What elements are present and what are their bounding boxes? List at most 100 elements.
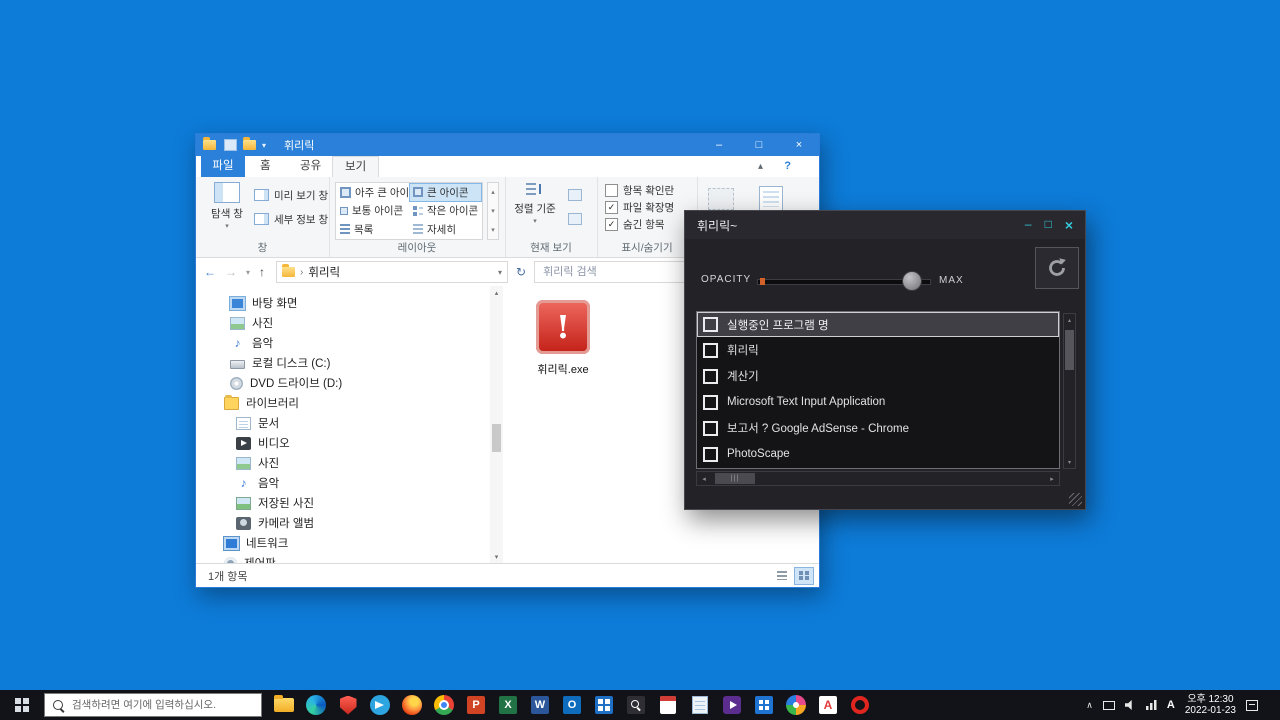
scroll-up-icon[interactable]: ▴ [490, 286, 503, 299]
gallery-scroll-up-icon[interactable]: ▴ [488, 183, 498, 202]
resize-grip[interactable] [1069, 493, 1082, 506]
process-checkbox[interactable] [703, 368, 718, 384]
gallery-scroll-down-icon[interactable]: ▾ [488, 202, 498, 221]
nav-item-videos[interactable]: 비디오 [196, 433, 490, 453]
start-button[interactable] [0, 690, 44, 720]
taskbar-file-explorer[interactable] [268, 690, 300, 720]
tab-file[interactable]: 파일 [201, 156, 245, 177]
nav-item-documents[interactable]: 문서 [196, 413, 490, 433]
quick-access-new-folder-icon[interactable] [243, 137, 256, 150]
nav-item-music-lib[interactable]: ♪ 음악 [196, 473, 490, 493]
taskbar-magnifier-app[interactable] [620, 690, 652, 720]
close-button[interactable]: × [1065, 218, 1073, 232]
taskbar-opera[interactable] [844, 690, 876, 720]
layout-option-large-icons[interactable]: 큰 아이콘 [409, 183, 482, 202]
forward-button[interactable]: → [225, 265, 237, 279]
taskbar-calculator-app[interactable] [748, 690, 780, 720]
app-titlebar[interactable]: 휘리릭~ – □ × [685, 211, 1085, 239]
process-checkbox[interactable] [703, 446, 718, 462]
nav-item-desktop[interactable]: 바탕 화면 [196, 293, 490, 313]
nav-item-pictures-lib[interactable]: 사진 [196, 453, 490, 473]
taskbar-blue-grid-app[interactable] [588, 690, 620, 720]
taskbar-chrome[interactable] [428, 690, 460, 720]
scrollbar-thumb[interactable] [1065, 330, 1074, 370]
layout-option-list[interactable]: 목록 [336, 220, 409, 239]
help-icon[interactable]: ? [784, 156, 791, 177]
process-row[interactable]: PhotoScape [697, 441, 1059, 467]
process-list-header[interactable]: 실행중인 프로그램 명 [697, 312, 1059, 337]
opacity-slider[interactable] [757, 271, 931, 291]
refresh-list-button[interactable] [1035, 247, 1079, 289]
nav-item-dvd-drive[interactable]: DVD 드라이브 (D:) [196, 373, 490, 393]
taskbar-powerpoint[interactable]: P [460, 690, 492, 720]
ime-indicator[interactable]: A [1167, 699, 1175, 711]
maximize-button[interactable]: □ [739, 134, 779, 156]
taskbar-search-input[interactable] [70, 698, 253, 712]
quick-access-properties-icon[interactable] [224, 139, 237, 151]
display-tray-icon[interactable] [1102, 700, 1115, 710]
scrollbar-thumb[interactable] [492, 424, 501, 452]
taskbar-antivirus-app[interactable]: A [812, 690, 844, 720]
process-row[interactable]: 계산기 [697, 363, 1059, 389]
tab-view[interactable]: 보기 [332, 156, 380, 177]
taskbar-photoscape-app[interactable] [780, 690, 812, 720]
item-checkboxes-checkbox[interactable]: 항목 확인란 [605, 183, 674, 198]
icons-view-button[interactable] [794, 566, 814, 585]
collapse-ribbon-icon[interactable]: ▴ [758, 156, 763, 177]
nav-item-network[interactable]: 네트워크 [196, 533, 490, 553]
process-list-horizontal-scrollbar[interactable]: ◂ ||| ▸ [696, 471, 1060, 486]
explorer-titlebar[interactable]: ▾ 휘리릭 – □ × [196, 134, 819, 156]
sort-by-button[interactable]: 정렬 기준 ▾ [513, 182, 557, 225]
breadcrumb[interactable]: 휘리릭 [308, 264, 340, 280]
nav-item-control-panel[interactable]: 제어판 [196, 553, 490, 563]
tab-share[interactable]: 공유 [288, 156, 333, 177]
taskbar-telegram[interactable] [364, 690, 396, 720]
details-view-button[interactable] [772, 567, 792, 585]
minimize-button[interactable]: – [1025, 218, 1032, 232]
file-item-whirlik-exe[interactable]: ! 휘리릭.exe [511, 300, 615, 377]
taskbar-notepad-app[interactable] [684, 690, 716, 720]
recent-locations-dropdown-icon[interactable]: ▾ [246, 268, 250, 277]
taskbar-edge[interactable] [300, 690, 332, 720]
taskbar-red-document-app[interactable] [652, 690, 684, 720]
scroll-up-icon[interactable]: ▴ [1064, 314, 1075, 326]
scroll-down-icon[interactable]: ▾ [1064, 456, 1075, 468]
group-by-button[interactable] [563, 184, 587, 206]
nav-pane-scrollbar[interactable]: ▴ ▾ [490, 286, 503, 563]
opacity-slider-knob[interactable] [902, 271, 922, 291]
select-all-checkbox[interactable] [703, 317, 718, 332]
scroll-left-icon[interactable]: ◂ [697, 472, 711, 485]
taskbar-search-box[interactable] [44, 693, 262, 717]
nav-item-camera-roll[interactable]: 카메라 앨범 [196, 513, 490, 533]
taskbar-word[interactable]: W [524, 690, 556, 720]
nav-item-local-disk[interactable]: 로컬 디스크 (C:) [196, 353, 490, 373]
quick-access-dropdown-icon[interactable]: ▾ [262, 141, 266, 150]
file-extensions-checkbox[interactable]: ✓ 파일 확장명 [605, 200, 674, 215]
hidden-icons-chevron[interactable]: ∧ [1086, 700, 1093, 711]
tab-home[interactable]: 홈 [248, 156, 283, 177]
gallery-expand-icon[interactable]: ▾ [488, 220, 498, 239]
layout-option-medium-icons[interactable]: 보통 아이콘 [336, 202, 409, 221]
up-button[interactable]: ↑ [259, 265, 265, 279]
nav-item-libraries[interactable]: 라이브러리 [196, 393, 490, 413]
taskbar-outlook[interactable]: O [556, 690, 588, 720]
process-list-vertical-scrollbar[interactable]: ▴ ▾ [1063, 313, 1076, 469]
scrollbar-thumb[interactable]: ||| [715, 473, 755, 484]
details-pane-button[interactable]: 세부 정보 창 [254, 208, 328, 230]
process-checkbox[interactable] [703, 420, 718, 436]
maximize-button[interactable]: □ [1045, 218, 1052, 232]
hidden-items-checkbox[interactable]: ✓ 숨긴 항목 [605, 217, 665, 232]
process-checkbox[interactable] [703, 342, 718, 358]
refresh-icon[interactable]: ↻ [516, 265, 526, 279]
close-button[interactable]: × [779, 134, 819, 156]
navigation-pane-button[interactable]: 탐색 창 ▾ [202, 182, 252, 230]
taskbar-excel[interactable]: X [492, 690, 524, 720]
process-row[interactable]: 보고서 ? Google AdSense - Chrome [697, 415, 1059, 441]
nav-item-music[interactable]: ♪ 음악 [196, 333, 490, 353]
address-dropdown-icon[interactable]: ▾ [498, 268, 502, 277]
layout-option-details[interactable]: 자세히 [409, 220, 482, 239]
preview-pane-button[interactable]: 미리 보기 창 [254, 184, 328, 206]
nav-item-pictures[interactable]: 사진 [196, 313, 490, 333]
scroll-down-icon[interactable]: ▾ [490, 550, 503, 563]
taskbar-security-app[interactable] [332, 690, 364, 720]
